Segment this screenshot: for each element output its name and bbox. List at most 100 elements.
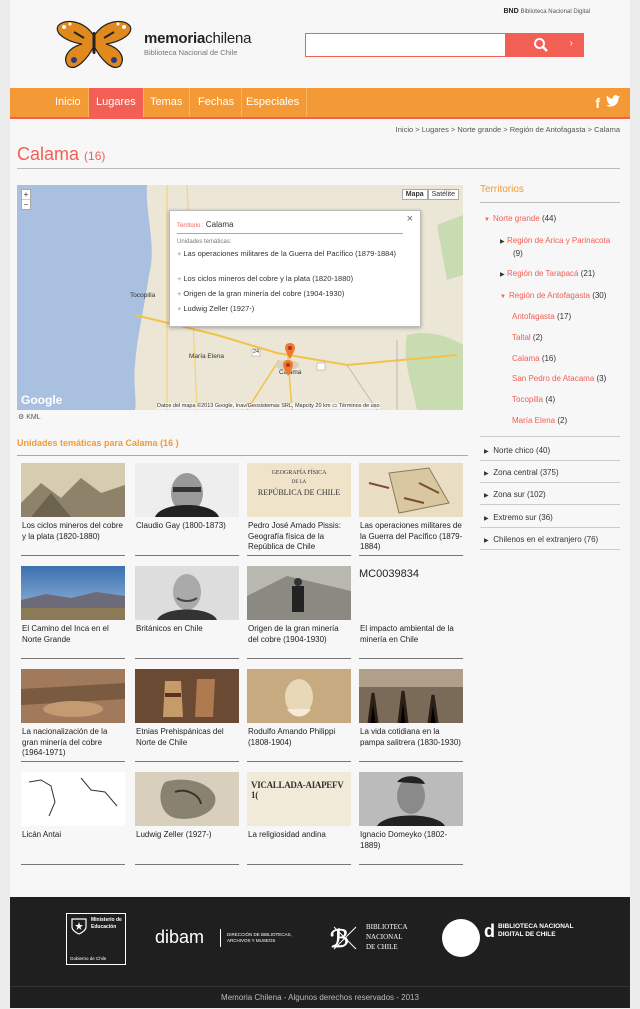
sidebar-comuna-san-pedro[interactable]: San Pedro de Atacama (3) [512,373,606,384]
sidebar-item-count: (2) [557,416,568,425]
unit-card-label: Británicos en Chile [136,624,203,633]
brand-part2: chilena [205,30,252,47]
popup-link[interactable]: + Las operaciones militares de la Guerra … [177,248,407,259]
site-brand[interactable]: memoriachilena Biblioteca Nacional de Ch… [144,30,251,57]
sidebar-item-norte-chico[interactable]: ▶ Norte chico (40) [484,445,550,458]
ministerio-text-1: Ministerio de [91,917,122,923]
card-divider [247,658,351,659]
unit-card[interactable]: Origen de la gran minería del cobre (190… [247,566,351,659]
unit-card[interactable]: Británicos en Chile [135,566,239,659]
unit-card-label: Claudio Gay (1800-1873) [136,521,226,530]
sidebar-item-norte-grande[interactable]: ▼ Norte grande (44) [484,213,556,226]
dibam-logo[interactable]: dibam DIRECCIÓN DE BIBLIOTECAS, ARCHIVOS… [155,927,305,951]
sidebar-comuna-maria-elena[interactable]: María Elena (2) [512,415,567,426]
bnd-footer-logo[interactable]: d BIBLIOTECA NACIONAL DIGITAL DE CHILE [442,919,592,959]
unit-card-label: Licán Antai [22,830,62,839]
unit-card[interactable]: Licán Antai [21,772,125,865]
unit-card[interactable]: El Camino del Inca en el Norte Grande [21,566,125,659]
sidebar-item-count: (4) [545,395,556,404]
sidebar-item-count: (16) [541,354,557,363]
popup-close-icon[interactable]: × [407,213,413,225]
unit-card[interactable]: Rodulfo Amando Philippi (1808-1904) [247,669,351,762]
map-type-satellite-button[interactable]: Satélite [427,189,459,200]
sidebar-item-extranjero[interactable]: ▶ Chilenos en el extranjero (76) [484,534,598,547]
card-divider [135,555,239,556]
map-marker-icon[interactable] [285,343,295,359]
popup-link[interactable]: + Ludwig Zeller (1927-) [177,303,407,314]
bn-text-2: NACIONAL [366,933,403,941]
unit-card-label: Los ciclos mineros del cobre y la plata … [22,521,123,541]
sidebar-divider [480,549,620,550]
sidebar-comuna-tocopilla[interactable]: Tocopilla (4) [512,394,555,405]
card-divider [359,864,463,865]
caret-right-icon: ▶ [500,239,505,245]
sidebar-item-count: (9) [513,249,523,258]
google-logo: Google [21,393,63,407]
unit-thumbnail [135,463,239,517]
unit-card[interactable]: Ludwig Zeller (1927-) [135,772,239,865]
sidebar-item-arica[interactable]: ▶ Región de Arica y Parinacota (9) [500,235,620,259]
card-divider [135,658,239,659]
bnd-link[interactable]: BND Biblioteca Nacional Digital [503,8,590,15]
search-button[interactable]: › [505,33,583,57]
popup-link[interactable]: + Origen de la gran minería del cobre (19… [177,288,407,299]
caret-down-icon: ▼ [500,294,506,300]
unit-card-label: El impacto ambiental de la minería en Ch… [360,624,454,644]
facebook-icon[interactable]: f [595,95,600,111]
sidebar-comuna-calama[interactable]: Calama (16) [512,353,556,364]
nav-item-temas[interactable]: Temas [143,88,191,117]
map-marker-icon[interactable] [283,360,293,376]
dibam-sub-2: ARCHIVOS Y MUSEOS [227,938,276,943]
unit-card[interactable]: Las operaciones militares de la Guerra d… [359,463,463,556]
sidebar-item-antofagasta-region[interactable]: ▼ Región de Antofagasta (30) [500,290,606,303]
popup-link[interactable]: + Los ciclos mineros del cobre y la plata… [177,273,407,284]
map-type-map-button[interactable]: Mapa [401,189,428,200]
twitter-icon[interactable] [606,95,620,107]
ministerio-logo[interactable]: Ministerio de Educación Gobierno de Chil… [66,913,126,965]
sidebar-item-zona-central[interactable]: ▶ Zona central (375) [484,467,559,480]
unit-card[interactable]: MC0039834 El impacto ambiental de la min… [359,566,463,659]
unit-card[interactable]: Ignacio Domeyko (1802-1889) [359,772,463,865]
sidebar-item-zona-sur[interactable]: ▶ Zona sur (102) [484,489,546,502]
unit-card-label: Ludwig Zeller (1927-) [136,830,212,839]
nav-item-fechas[interactable]: Fechas [191,88,243,117]
map-attribution: Datos del mapa ©2013 Google, Inav/Geosis… [157,403,380,409]
sidebar-item-label: Taltal [512,333,531,342]
nav-item-especiales[interactable]: Especiales [239,88,308,117]
card-divider [135,761,239,762]
unit-card[interactable]: GEOGRAFÍA FÍSICA DE LA REPÚBLICA DE CHIL… [247,463,351,556]
sidebar-item-extremo-sur[interactable]: ▶ Extremo sur (36) [484,512,553,525]
caret-right-icon: ▶ [484,449,489,455]
zoom-in-button[interactable]: + [22,190,30,199]
zoom-out-button[interactable]: − [22,199,30,209]
card-divider [359,658,463,659]
map[interactable]: + − Mapa Satélite Tocopilla María Elena C… [17,185,463,410]
biblioteca-nacional-logo[interactable]: ℬ BIBLIOTECA NACIONAL DE CHILE [328,921,418,961]
sidebar-item-label: María Elena [512,416,556,425]
sidebar-item-count: (30) [592,291,607,300]
sidebar-divider [480,460,620,461]
caret-right-icon: ▶ [484,516,489,522]
search-input[interactable] [306,34,501,55]
unit-card[interactable]: La nacionalización de la gran minería de… [21,669,125,762]
butterfly-logo-icon[interactable] [54,18,134,70]
map-label-tocopilla: Tocopilla [130,292,156,299]
nav-item-inicio[interactable]: Inicio [48,88,89,117]
unit-thumbnail [247,669,351,723]
page-title-count: (16) [84,149,106,163]
unit-card[interactable]: VICALLADA-AIAPEFV 1( La religiosidad and… [247,772,351,865]
sidebar-item-count: (2) [532,333,543,342]
bnd-circle-icon [442,919,480,957]
unit-card[interactable]: Los ciclos mineros del cobre y la plata … [21,463,125,556]
sidebar-comuna-taltal[interactable]: Taltal (2) [512,332,543,343]
sidebar-item-tarapaca[interactable]: ▶ Región de Tarapacá (21) [500,268,595,281]
card-divider [135,864,239,865]
unit-card[interactable]: Etnias Prehispánicas del Norte de Chile [135,669,239,762]
sidebar-comuna-antofagasta[interactable]: Antofagasta (17) [512,311,571,322]
kml-link[interactable]: ⚙ KML [18,413,41,421]
unit-card[interactable]: Claudio Gay (1800-1873) [135,463,239,556]
sidebar-item-count: (40) [535,446,551,455]
nav-item-lugares[interactable]: Lugares [89,88,144,117]
unit-card[interactable]: La vida cotidiana en la pampa salitrera … [359,669,463,762]
unit-card-label: Etnias Prehispánicas del Norte de Chile [136,727,224,747]
